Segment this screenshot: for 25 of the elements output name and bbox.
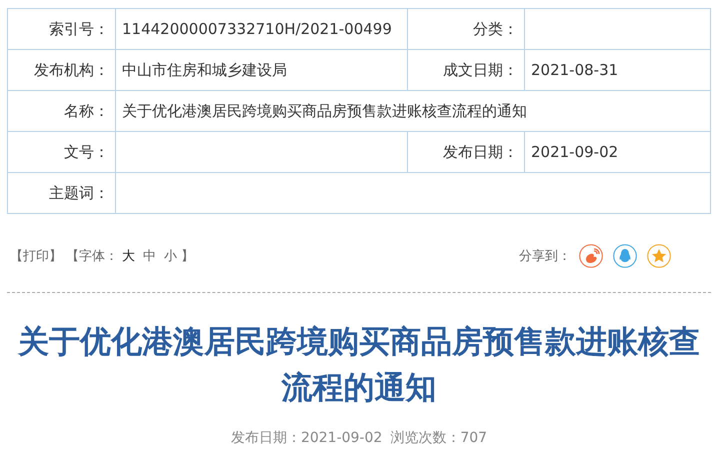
print-link[interactable]: 【打印】 <box>10 247 62 265</box>
field-value: 中山市住房和城乡建设局 <box>122 60 287 78</box>
field-value: 关于优化港澳居民跨境购买商品房预售款进账核查流程的通知 <box>122 102 527 120</box>
field-label: 成文日期： <box>443 60 518 78</box>
font-size-label: 【字体： <box>66 248 118 265</box>
bracket-text: 】 <box>181 248 194 265</box>
field-value: 2021-08-31 <box>531 61 618 79</box>
swirl-icon[interactable] <box>579 244 603 268</box>
publish-date: 发布日期：2021-09-02 <box>230 430 382 446</box>
field-label: 索引号： <box>49 20 109 38</box>
article-title: 关于优化港澳居民跨境购买商品房预售款进账核查流程的通知 <box>16 323 701 408</box>
field-label: 发布日期： <box>443 142 518 160</box>
field-label: 名称： <box>64 102 109 120</box>
font-size-link[interactable]: 大 <box>122 247 135 265</box>
field-label: 文号： <box>64 142 109 160</box>
field-value: 11442000007332710H/2021-00499 <box>122 20 392 38</box>
penguin-icon[interactable] <box>613 244 637 268</box>
field-label: 分类： <box>473 20 518 38</box>
field-label: 发布机构： <box>34 60 109 78</box>
field-value: 2021-09-02 <box>531 143 618 161</box>
font-size-link[interactable]: 小 <box>164 247 177 265</box>
share-label: 分享到： <box>519 248 571 265</box>
field-label: 主题词： <box>49 184 109 202</box>
font-size-link[interactable]: 中 <box>143 247 156 265</box>
view-count: 浏览次数：707 <box>390 430 488 446</box>
